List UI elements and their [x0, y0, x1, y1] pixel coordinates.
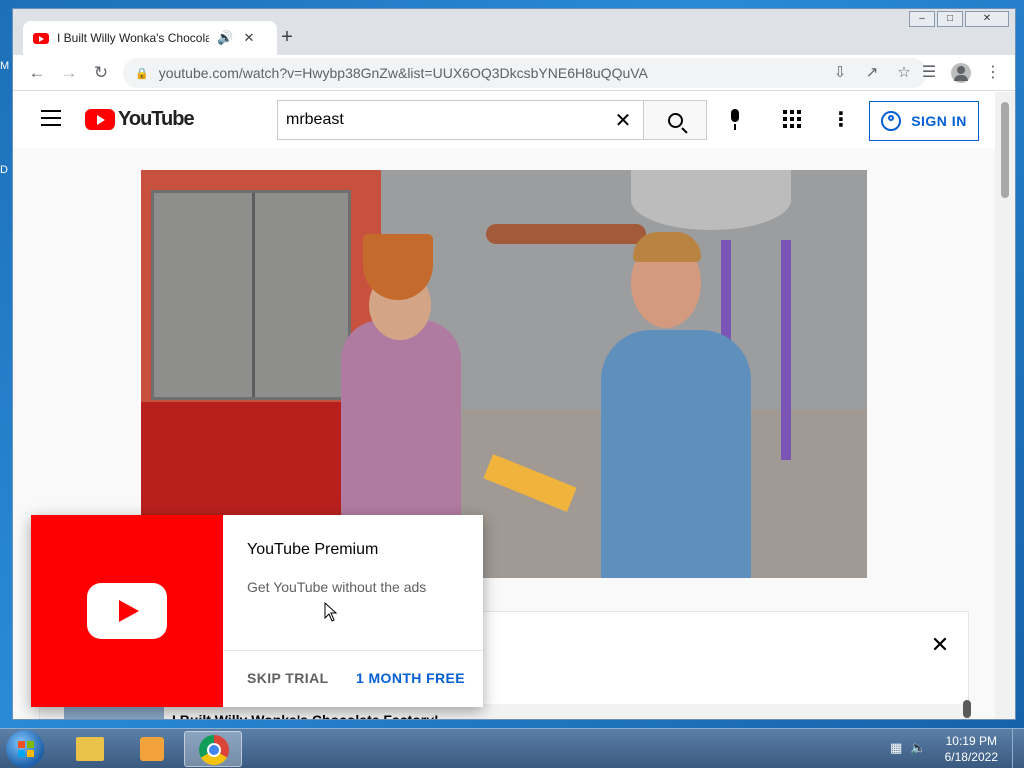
show-desktop-button[interactable]: [1012, 729, 1024, 768]
youtube-play-button-icon: [87, 583, 167, 639]
sign-in-button[interactable]: SIGN IN: [869, 101, 979, 141]
mouse-cursor-icon: [324, 602, 338, 622]
tab-title: I Built Willy Wonka's Chocolate Factory!: [57, 31, 209, 45]
page-scrollbar[interactable]: [995, 92, 1015, 719]
windows-logo-icon: [18, 741, 34, 757]
omnibox-actions: ⇩ ↗ ☆: [831, 62, 913, 84]
playlist-video-title: I Built Willy Wonka's Chocolate Factory!: [172, 712, 439, 720]
chrome-icon: [199, 735, 229, 765]
clock-date: 6/18/2022: [944, 750, 998, 764]
browser-tab[interactable]: I Built Willy Wonka's Chocolate Factory!…: [23, 21, 277, 55]
taskbar: ▦ 🔈 10:19 PM 6/18/2022: [0, 728, 1024, 768]
promo-divider: [223, 650, 483, 651]
media-control-icon[interactable]: ☰: [917, 61, 941, 85]
youtube-logo-text: YouTube: [118, 108, 195, 130]
hamburger-menu-icon[interactable]: [41, 110, 61, 126]
tab-close-icon[interactable]: ✕: [241, 30, 257, 46]
taskbar-explorer[interactable]: [60, 731, 118, 767]
window-close-button[interactable]: ✕: [965, 11, 1009, 27]
address-bar[interactable]: 🔒 youtube.com/watch?v=Hwybp38GnZw&list=U…: [123, 58, 927, 88]
minimize-button[interactable]: –: [909, 11, 935, 27]
apps-grid-icon[interactable]: [783, 110, 801, 128]
maximize-button[interactable]: □: [937, 11, 963, 27]
clock-time: 10:19 PM: [945, 734, 997, 748]
video-frame-door: [151, 190, 351, 400]
microphone-icon[interactable]: [723, 108, 747, 132]
promo-art: [31, 515, 223, 707]
reload-button[interactable]: ↻: [89, 61, 113, 85]
taskbar-chrome[interactable]: [184, 731, 242, 767]
promo-title: YouTube Premium: [247, 541, 379, 558]
new-tab-button[interactable]: +: [275, 25, 299, 49]
folder-icon: [76, 737, 104, 761]
video-frame-person-right: [601, 330, 751, 578]
volume-icon[interactable]: 🔈: [910, 740, 926, 756]
share-icon[interactable]: ↗: [863, 62, 881, 84]
browser-toolbar: ← → ↻ 🔒 youtube.com/watch?v=Hwybp38GnZw&…: [13, 55, 1015, 91]
forward-button[interactable]: →: [57, 61, 81, 85]
desktop-label-d: D: [0, 164, 8, 176]
browser-menu-icon[interactable]: ⋮: [981, 61, 1005, 85]
lock-icon: 🔒: [135, 67, 149, 80]
promo-subtitle: Get YouTube without the ads: [247, 579, 427, 595]
youtube-play-logo-icon: [85, 109, 115, 130]
network-icon[interactable]: ▦: [890, 740, 902, 756]
system-clock[interactable]: 10:19 PM 6/18/2022: [945, 733, 998, 765]
window-controls: – □ ✕: [909, 11, 1009, 27]
skip-trial-button[interactable]: SKIP TRIAL: [247, 670, 329, 686]
premium-promo-dialog: YouTube Premium Get YouTube without the …: [31, 515, 483, 707]
panel-scroll-thumb[interactable]: [963, 700, 971, 718]
panel-close-icon[interactable]: ✕: [928, 632, 952, 658]
video-frame-pipe: [486, 224, 646, 244]
install-app-icon[interactable]: ⇩: [831, 62, 849, 84]
youtube-logo[interactable]: YouTube: [85, 108, 195, 131]
video-frame-hair-right: [633, 232, 701, 262]
speaker-icon[interactable]: 🔊: [217, 30, 233, 46]
search-query: mrbeast: [286, 111, 344, 128]
month-free-button[interactable]: 1 MONTH FREE: [356, 670, 465, 686]
search-button[interactable]: [643, 100, 707, 140]
back-button[interactable]: ←: [25, 61, 49, 85]
bookmark-star-icon[interactable]: ☆: [895, 62, 913, 84]
sign-in-label: SIGN IN: [911, 113, 967, 129]
playlist-thumbnail: [64, 707, 164, 719]
media-player-icon: [140, 737, 164, 761]
search-icon: [667, 112, 683, 128]
clear-search-icon[interactable]: ✕: [611, 108, 635, 133]
browser-window: I Built Willy Wonka's Chocolate Factory!…: [12, 8, 1016, 720]
page-scroll-thumb[interactable]: [1001, 102, 1009, 198]
system-tray: ▦ 🔈: [890, 740, 926, 756]
video-frame-tank: [631, 170, 791, 230]
youtube-page: YouTube mrbeast ✕ ⋮ SIGN IN ✕ I Built Wi…: [13, 92, 997, 720]
youtube-favicon-icon: [33, 32, 49, 44]
search-input[interactable]: mrbeast ✕: [277, 100, 643, 140]
youtube-header: YouTube mrbeast ✕ ⋮ SIGN IN: [13, 92, 997, 148]
toolbar-right: ☰ ⋮: [917, 61, 1005, 85]
desktop-label-m: M: [0, 60, 10, 72]
taskbar-media-player[interactable]: [122, 731, 180, 767]
url-text: youtube.com/watch?v=Hwybp38GnZw&list=UUX…: [158, 65, 648, 81]
browser-titlebar: I Built Willy Wonka's Chocolate Factory!…: [13, 9, 1015, 55]
account-icon: [881, 111, 902, 131]
profile-avatar-icon[interactable]: [951, 63, 971, 83]
start-button[interactable]: [6, 730, 44, 768]
settings-menu-icon[interactable]: ⋮: [831, 108, 851, 132]
